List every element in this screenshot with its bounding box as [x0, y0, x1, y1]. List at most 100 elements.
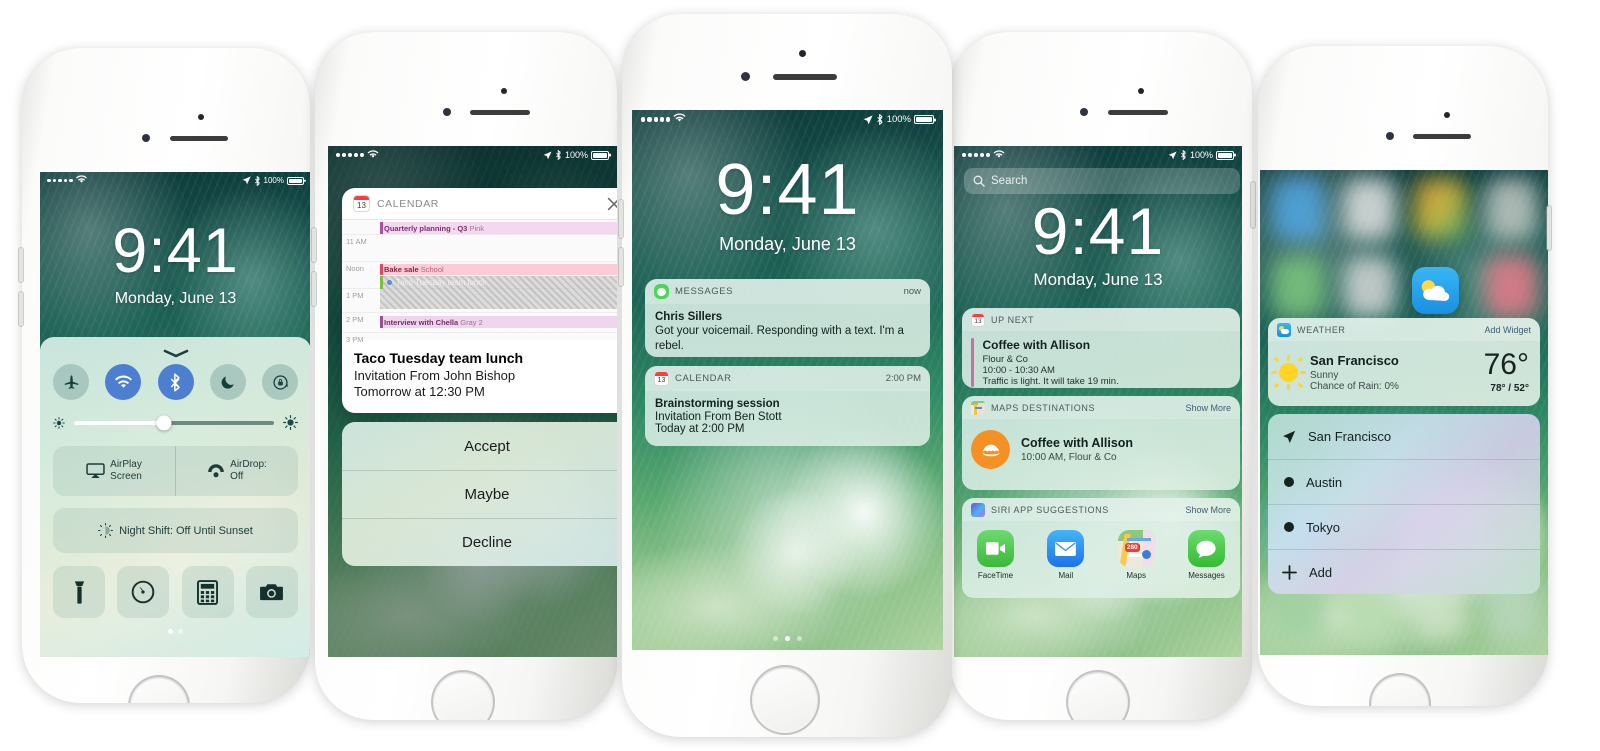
phone5-screen: WEATHER Add Widget San Francisco Sunny C… [1260, 170, 1548, 655]
home-button[interactable] [1068, 672, 1128, 720]
add-widget-button[interactable]: Add Widget [1484, 325, 1531, 335]
airdrop-label-2: Off [230, 471, 244, 482]
close-icon[interactable] [607, 197, 617, 211]
show-more-button[interactable]: Show More [1185, 403, 1231, 413]
volume-up-button[interactable] [312, 228, 316, 262]
clock-time: 9:41 [1031, 194, 1165, 268]
search-input[interactable]: Search [964, 168, 1240, 194]
city-row-add[interactable]: Add [1268, 549, 1540, 594]
maybe-button[interactable]: Maybe [342, 470, 617, 518]
sun-icon [1271, 354, 1306, 390]
home-button[interactable] [1371, 675, 1429, 706]
front-camera-icon [1386, 132, 1394, 140]
proximity-sensor [501, 88, 507, 94]
phone3-screen: 100% 9:41 Monday, June 13 MESSAGES now C… [632, 110, 943, 650]
event-calendar: Gray 2 [460, 317, 483, 327]
volume-down-button[interactable] [19, 292, 23, 326]
proximity-sensor [799, 50, 806, 57]
notification-time: now [903, 286, 921, 297]
volume-up-button[interactable] [19, 248, 23, 282]
lockscreen-page-dots [632, 636, 943, 641]
bluetooth-icon [876, 114, 883, 125]
location-arrow-icon [543, 150, 552, 159]
status-bar: 100% [328, 146, 617, 164]
wifi-toggle[interactable] [105, 364, 142, 400]
accept-button[interactable]: Accept [342, 422, 617, 470]
power-button[interactable] [1251, 182, 1255, 228]
volume-up-button[interactable] [619, 200, 623, 238]
brightness-knob[interactable] [156, 415, 172, 430]
flashlight-icon [74, 580, 84, 604]
volume-down-button[interactable] [312, 272, 316, 306]
rotation-lock-toggle[interactable] [262, 364, 298, 400]
messages-icon [654, 284, 669, 299]
siri-app-row: FaceTime Mail 280 Maps Messages [962, 521, 1240, 589]
siri-app-maps[interactable]: 280 Maps [1117, 530, 1155, 580]
wifi-icon [75, 175, 87, 186]
control-center-page-dots [53, 629, 298, 634]
weather-icon[interactable] [1412, 267, 1459, 314]
calendar-hour-row: 2 PM [342, 312, 617, 324]
widget-siri-suggestions[interactable]: SIRI APP SUGGESTIONS Show More FaceTime [962, 498, 1240, 598]
siri-app-mail[interactable]: Mail [1047, 530, 1085, 580]
chevron-down-icon[interactable] [163, 345, 189, 358]
weather-icon [1277, 322, 1291, 337]
battery-percent-label: 100% [263, 176, 284, 185]
facetime-icon [977, 530, 1014, 567]
event-calendar: Pink [469, 223, 485, 233]
bluetooth-toggle[interactable] [157, 364, 194, 400]
front-camera-icon [443, 108, 451, 116]
home-button[interactable] [433, 672, 493, 720]
city-label: Austin [1306, 474, 1343, 490]
do-not-disturb-toggle[interactable] [209, 364, 246, 400]
plus-icon [1282, 564, 1297, 580]
city-row-tokyo[interactable]: Tokyo [1268, 504, 1540, 549]
wallpaper-foam [632, 423, 943, 650]
hour-label: 2 PM [346, 315, 364, 324]
siri-app-facetime[interactable]: FaceTime [977, 530, 1014, 580]
widget-weather[interactable]: WEATHER Add Widget San Francisco Sunny C… [1268, 318, 1540, 406]
notification-messages[interactable]: MESSAGES now Chris Sillers Got your voic… [645, 279, 930, 357]
calendar-event-selected[interactable]: Taco Tuesday team lunch [380, 276, 617, 289]
hour-label: 11 AM [346, 237, 367, 246]
night-shift-button[interactable]: Night Shift: Off Until Sunset [53, 508, 298, 553]
siri-app-messages[interactable]: Messages [1187, 530, 1225, 580]
mail-icon [1047, 530, 1085, 567]
calendar-hour-row: 11 AM [342, 234, 617, 246]
calendar-event[interactable]: Quarterly planning - Q3 Pink [380, 222, 617, 234]
weather-content: San Francisco Sunny Chance of Rain: 0% 7… [1268, 341, 1540, 403]
widget-up-next[interactable]: 13 UP NEXT Coffee with Allison Flour & C… [962, 308, 1240, 388]
airplane-mode-toggle[interactable] [53, 364, 89, 400]
calculator-button[interactable] [181, 566, 234, 618]
blurred-app-icon [1485, 256, 1538, 318]
blurred-app-icon [1343, 256, 1396, 318]
destination-row[interactable]: Coffee with Allison 10:00 AM, Flour & Co [962, 419, 1240, 480]
airdrop-button[interactable]: AirDrop: Off [175, 446, 298, 496]
event-dot-icon [387, 280, 392, 285]
notification-calendar[interactable]: 13 CALENDAR 2:00 PM Brainstorming sessio… [645, 366, 930, 446]
brightness-slider[interactable] [53, 415, 298, 430]
home-button[interactable] [752, 667, 818, 733]
event-title: Bake sale [384, 265, 419, 274]
flashlight-button[interactable] [53, 566, 105, 618]
volume-down-button[interactable] [619, 248, 623, 286]
battery-percent-label: 100% [564, 150, 588, 160]
airplay-button[interactable]: AirPlay Screen [53, 446, 175, 496]
city-row-austin[interactable]: Austin [1268, 459, 1540, 504]
wifi-icon [993, 149, 1005, 161]
calendar-day-grid: 11 AM Noon 1 PM 2 PM 3 PM Quarterly plan… [342, 220, 617, 344]
city-row-san-francisco[interactable]: San Francisco [1268, 414, 1540, 459]
show-more-button[interactable]: Show More [1185, 505, 1231, 515]
home-button[interactable] [130, 677, 188, 703]
calendar-event[interactable]: Interview with Chella Gray 2 [380, 316, 617, 328]
camera-button[interactable] [245, 566, 298, 618]
night-shift-label: Night Shift: Off Until Sunset [119, 524, 253, 537]
location-arrow-icon [1283, 430, 1296, 443]
calendar-event[interactable]: Bake sale School [380, 264, 617, 275]
notification-title: Chris Sillers [655, 311, 723, 323]
timer-button[interactable] [117, 566, 170, 618]
notification-time: 2:00 PM [885, 373, 921, 384]
notification-message-2: Today at 2:00 PM [655, 423, 745, 435]
decline-button[interactable]: Decline [342, 518, 617, 566]
widget-maps-destinations[interactable]: MAPS DESTINATIONS Show More Coffee with … [962, 396, 1240, 490]
